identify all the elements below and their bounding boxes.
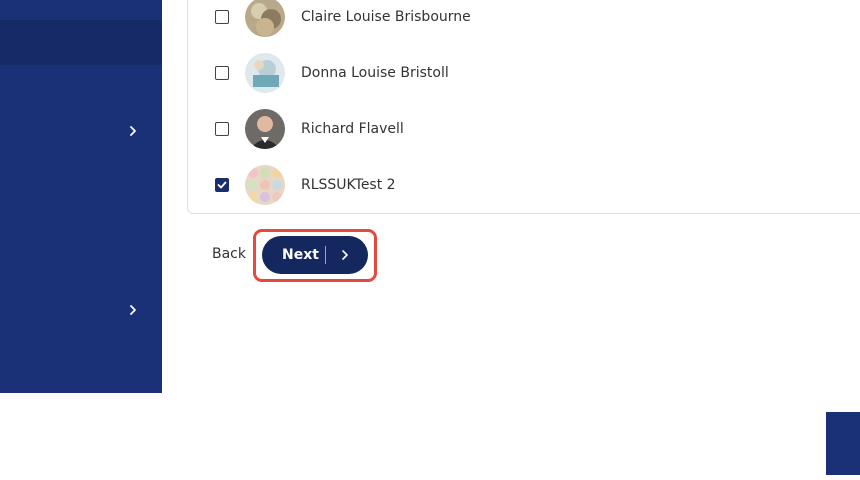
member-checkbox[interactable] — [215, 10, 229, 24]
member-name: Donna Louise Bristoll — [301, 65, 449, 81]
avatar — [245, 109, 285, 149]
chevron-right-icon[interactable] — [127, 125, 139, 137]
avatar — [245, 53, 285, 93]
avatar — [245, 165, 285, 205]
bottom-right-panel — [826, 412, 860, 475]
member-checkbox[interactable] — [215, 122, 229, 136]
back-button[interactable]: Back — [212, 246, 246, 262]
chevron-right-icon — [340, 249, 350, 261]
next-button-divider — [325, 246, 326, 264]
member-name: Richard Flavell — [301, 121, 404, 137]
member-name: RLSSUKTest 2 — [301, 177, 396, 193]
list-item[interactable]: Claire Louise Brisbourne — [213, 0, 471, 37]
next-button[interactable]: Next — [262, 236, 368, 274]
avatar — [245, 0, 285, 37]
chevron-right-icon[interactable] — [127, 304, 139, 316]
list-item[interactable]: Richard Flavell — [213, 109, 404, 149]
sidebar — [0, 0, 162, 393]
member-checkbox[interactable] — [215, 66, 229, 80]
member-name: Claire Louise Brisbourne — [301, 9, 471, 25]
list-item[interactable]: Donna Louise Bristoll — [213, 53, 449, 93]
sidebar-item-active[interactable] — [0, 20, 162, 65]
list-item[interactable]: RLSSUKTest 2 — [213, 165, 396, 205]
member-checkbox[interactable] — [215, 178, 229, 192]
next-button-label: Next — [282, 247, 319, 263]
